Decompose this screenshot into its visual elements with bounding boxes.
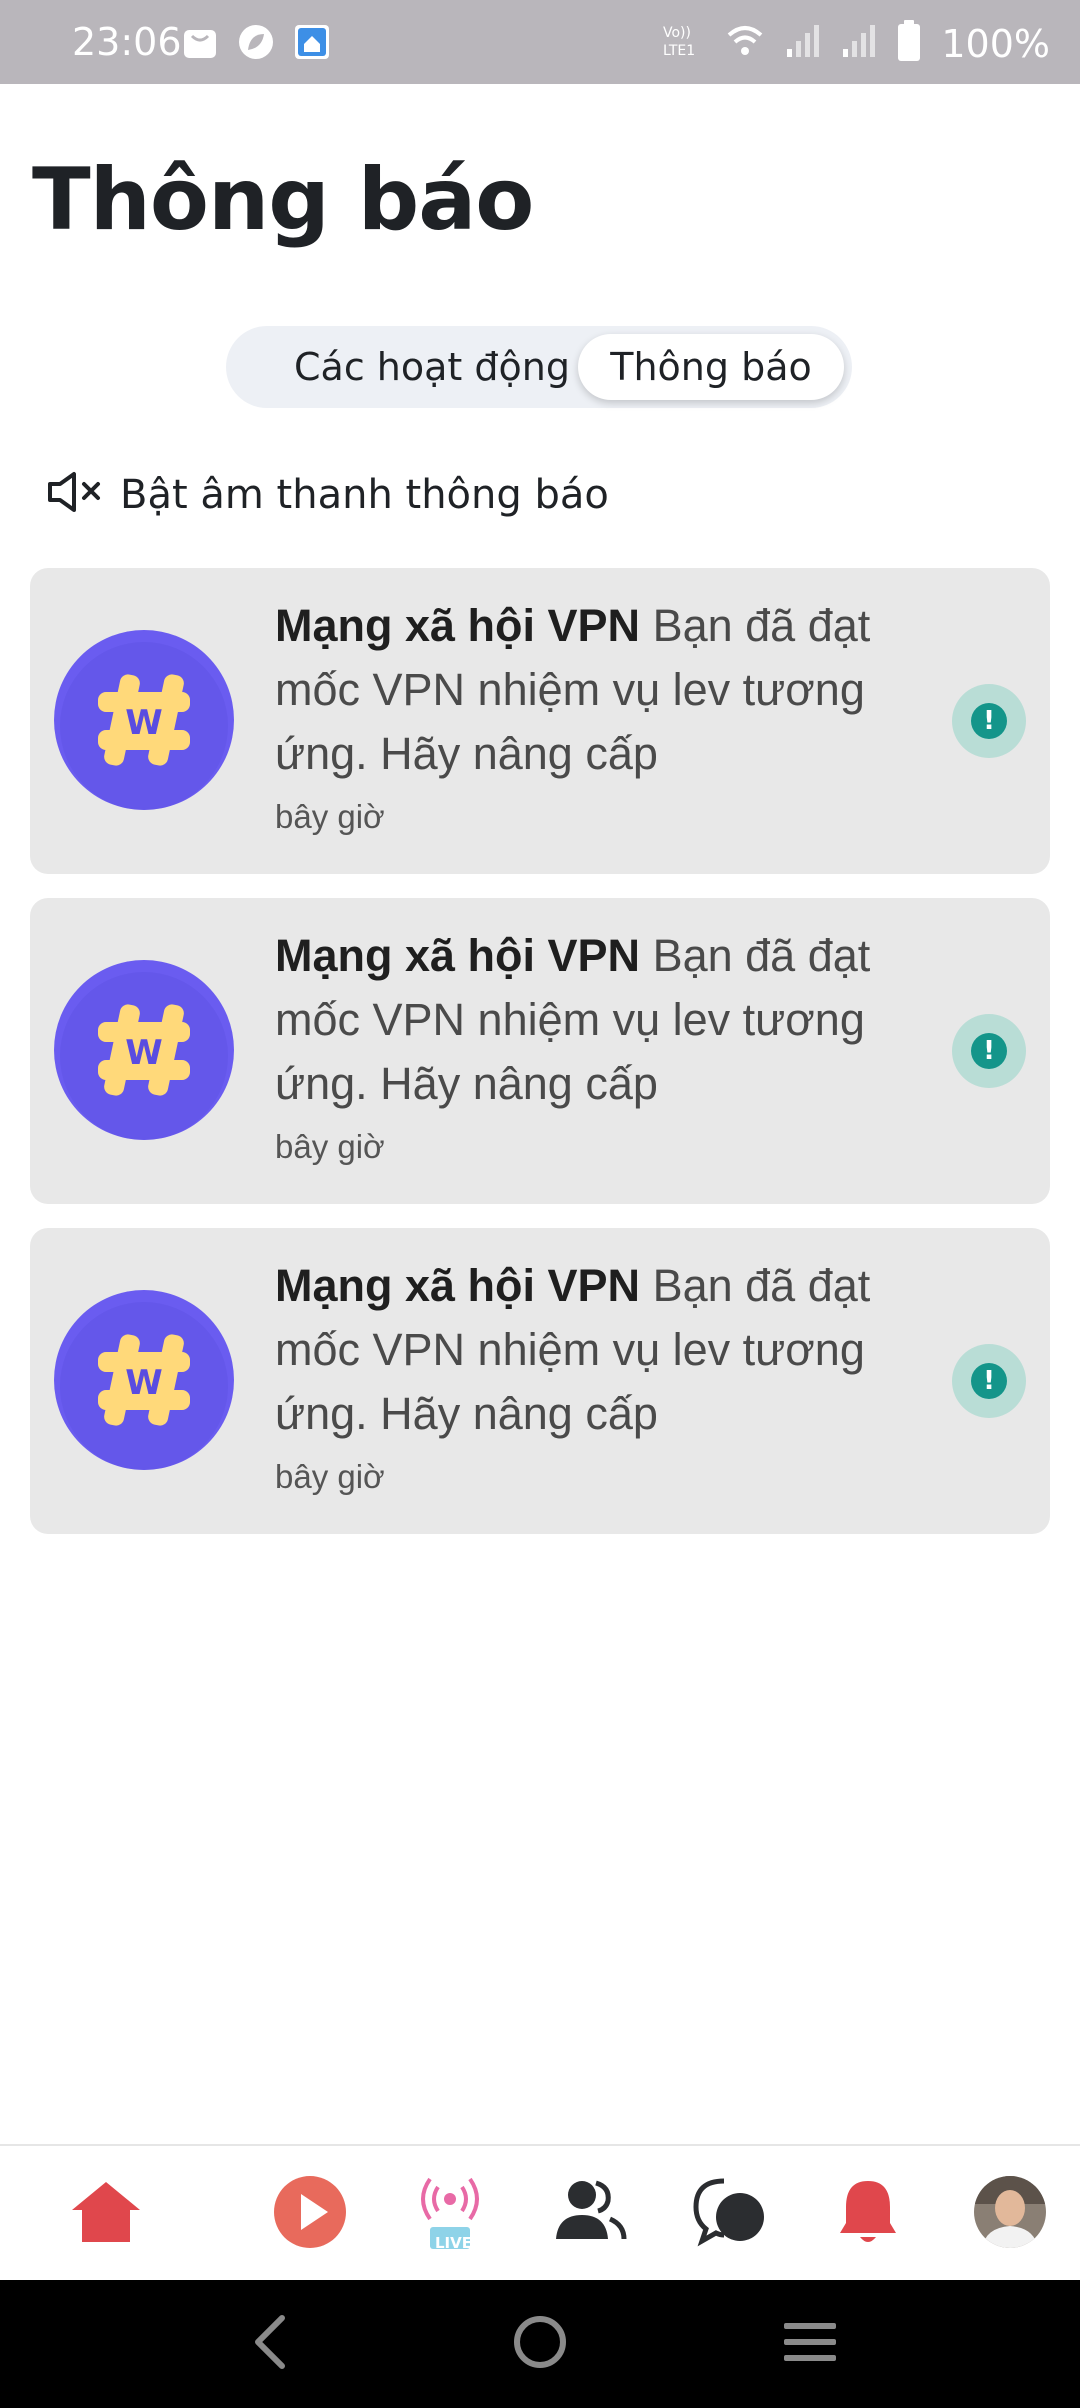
recents-button[interactable] [774,2308,846,2380]
nav-videos[interactable] [268,2172,352,2256]
battery-percent: 100% [941,21,1050,66]
notification-sound-label: Bật âm thanh thông báo [120,471,609,518]
friends-icon [552,2177,628,2252]
notification-text: Mạng xã hội VPN Bạn đã đạt mốc VPN nhiệm… [275,1254,925,1446]
speaker-muted-icon [46,470,112,519]
nav-messages[interactable] [688,2172,772,2256]
chat-icon [692,2177,768,2252]
signal-icon [785,23,821,64]
notification-time: bây giờ [275,798,385,835]
exclamation-icon: ! [971,703,1007,739]
notification-text: Mạng xã hội VPN Bạn đã đạt mốc VPN nhiệm… [275,594,925,786]
notification-sound-toggle[interactable]: Bật âm thanh thông báo [46,470,609,519]
signal-icon [841,23,877,64]
tab-activities[interactable]: Các hoạt động [242,334,622,400]
notification-sender: Mạng xã hội VPN [275,930,641,981]
home-button[interactable] [504,2308,576,2380]
back-button[interactable] [234,2308,306,2380]
status-right: Vo)) LTE1 100% [661,20,1050,67]
nav-friends[interactable] [548,2172,632,2256]
notification-time: bây giờ [275,1128,385,1165]
exclamation-icon: ! [971,1363,1007,1399]
bell-icon [836,2177,900,2252]
svg-text:LTE1: LTE1 [663,43,695,59]
home-icon [70,2180,142,2249]
alert-badge: ! [952,1344,1026,1418]
bottom-navigation: LIVE [0,2144,1080,2280]
recents-menu-icon [780,2317,840,2372]
svg-text:W: W [125,1033,163,1073]
svg-text:Vo)): Vo)) [663,25,691,41]
page-title: Thông báo [32,150,534,250]
home-circle-icon [512,2314,568,2375]
back-chevron-icon [250,2314,290,2375]
leaf-app-icon [236,22,276,62]
home-app-icon [292,22,332,62]
status-bar: 23:06 Vo)) LTE1 100% [0,0,1080,84]
live-label: LIVE [435,2234,472,2252]
volte-icon: Vo)) LTE1 [661,21,705,66]
shopping-bag-icon [180,22,220,62]
play-icon [272,2174,348,2255]
nav-notifications[interactable] [826,2172,910,2256]
segmented-tabs: Các hoạt động Thông báo [226,326,852,408]
nav-live[interactable]: LIVE [408,2172,492,2256]
nav-profile[interactable] [968,2172,1052,2256]
notification-time: bây giờ [275,1458,385,1495]
nav-home[interactable] [64,2172,148,2256]
notification-text: Mạng xã hội VPN Bạn đã đạt mốc VPN nhiệm… [275,924,925,1116]
alert-badge: ! [952,684,1026,758]
notification-card[interactable]: W Mạng xã hội VPN Bạn đã đạt mốc VPN nhi… [30,1228,1050,1534]
notification-sender: Mạng xã hội VPN [275,600,641,651]
alert-badge: ! [952,1014,1026,1088]
vpn-app-avatar: W [54,630,234,810]
exclamation-icon: ! [971,1033,1007,1069]
vpn-app-avatar: W [54,1290,234,1470]
svg-text:W: W [125,703,163,743]
notification-card[interactable]: W Mạng xã hội VPN Bạn đã đạt mốc VPN nhi… [30,898,1050,1204]
wifi-icon [725,23,765,64]
status-notification-icons [180,22,332,62]
profile-avatar [972,2174,1048,2255]
vpn-app-avatar: W [54,960,234,1140]
battery-icon [897,20,921,67]
status-time: 23:06 [72,20,182,64]
notification-card[interactable]: W Mạng xã hội VPN Bạn đã đạt mốc VPN nhi… [30,568,1050,874]
svg-text:W: W [125,1363,163,1403]
notification-sender: Mạng xã hội VPN [275,1260,641,1311]
tab-notifications[interactable]: Thông báo [578,334,844,400]
system-navigation-bar [0,2280,1080,2408]
